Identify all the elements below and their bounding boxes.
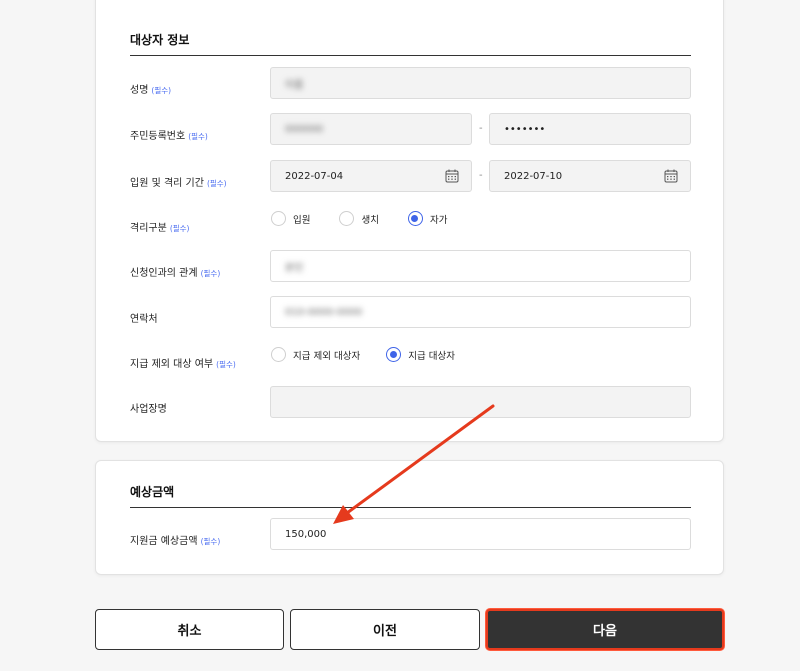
relation-input[interactable]: 본인 [270, 250, 691, 282]
end-date-field[interactable]: 2022-07-10 [489, 160, 691, 192]
radio-circle[interactable] [339, 211, 355, 226]
exclusion-label-text: 지급 제외 대상 여부 [130, 359, 214, 370]
radio-circle[interactable] [271, 347, 286, 362]
period-label: 입원 및 격리 기간 (필수) [130, 174, 227, 189]
radio-circle[interactable] [271, 211, 286, 226]
start-date-value: 2022-07-04 [285, 170, 344, 182]
rrn-label: 주민등록번호 (필수) [130, 127, 208, 142]
end-date-value: 2022-07-10 [504, 170, 563, 182]
required-tag: (필수) [206, 179, 227, 188]
rrn-separator: - [479, 123, 483, 134]
radio-eligible[interactable]: 지급 대상자 [386, 347, 455, 362]
contact-input[interactable]: 010-0000-0000 [270, 296, 691, 328]
relation-value: 본인 [285, 262, 304, 274]
required-tag: (필수) [188, 132, 208, 141]
radio-self-label: 자가 [429, 214, 448, 226]
calendar-icon[interactable] [445, 169, 459, 183]
name-label: 성명 (필수) [130, 81, 171, 96]
radio-eligible-label: 지급 대상자 [408, 350, 455, 362]
radio-treatment-center[interactable]: 생치 [339, 211, 379, 226]
radio-excluded[interactable]: 지급 제외 대상자 [271, 347, 360, 362]
cancel-button[interactable]: 취소 [95, 609, 284, 650]
name-value: 이름 [285, 79, 304, 91]
name-field: 이름 [270, 67, 691, 99]
rrn-back-value: ••••••• [504, 123, 546, 135]
rrn-label-text: 주민등록번호 [130, 131, 186, 142]
required-tag: (필수) [169, 224, 190, 233]
quarantine-type-label: 격리구분 (필수) [130, 219, 189, 234]
amount-value: 150,000 [285, 528, 327, 540]
relation-label: 신청인과의 관계 (필수) [130, 264, 220, 279]
next-button[interactable]: 다음 [486, 609, 724, 650]
required-tag: (필수) [216, 360, 236, 369]
radio-circle-checked[interactable] [386, 347, 402, 362]
required-tag: (필수) [200, 537, 221, 546]
rrn-front-field: 000000 [270, 113, 472, 145]
section-title-subject-info: 대상자 정보 [130, 31, 691, 56]
radio-hospital-label: 입원 [293, 214, 311, 226]
rrn-back-field: ••••••• [489, 113, 691, 145]
workplace-field [270, 386, 691, 418]
rrn-front-value: 000000 [285, 123, 324, 135]
radio-circle-checked[interactable] [407, 211, 423, 226]
radio-self[interactable]: 자가 [407, 211, 448, 226]
amount-label-text: 지원금 예상금액 [130, 536, 198, 547]
contact-label: 연락처 [130, 310, 158, 325]
calendar-icon[interactable] [664, 169, 678, 183]
contact-label-text: 연락처 [130, 314, 158, 325]
workplace-label: 사업장명 [130, 400, 167, 415]
radio-excluded-label: 지급 제외 대상자 [293, 350, 361, 362]
exclusion-radio-group: 지급 제외 대상자 지급 대상자 [271, 347, 483, 362]
required-tag: (필수) [151, 86, 172, 95]
amount-input[interactable]: 150,000 [270, 518, 691, 550]
radio-hospital[interactable]: 입원 [271, 211, 310, 226]
amount-label: 지원금 예상금액 (필수) [130, 532, 220, 547]
prev-button[interactable]: 이전 [290, 609, 480, 650]
quarantine-type-label-text: 격리구분 [130, 223, 167, 234]
required-tag: (필수) [200, 269, 221, 278]
relation-label-text: 신청인과의 관계 [130, 268, 198, 279]
period-label-text: 입원 및 격리 기간 [130, 178, 204, 189]
quarantine-type-radio-group: 입원 생치 자가 [271, 211, 475, 226]
contact-value: 010-0000-0000 [285, 306, 363, 318]
estimated-amount-card: 예상금액 지원금 예상금액 (필수) 150,000 [95, 460, 724, 575]
workplace-label-text: 사업장명 [130, 404, 167, 415]
radio-treatment-center-label: 생치 [361, 214, 379, 226]
section-title-estimated-amount: 예상금액 [130, 483, 691, 508]
subject-info-card: 대상자 정보 성명 (필수) 이름 주민등록번호 (필수) 000000 - •••… [95, 0, 724, 442]
exclusion-label: 지급 제외 대상 여부 (필수) [130, 355, 236, 370]
name-label-text: 성명 [130, 85, 149, 96]
period-separator: - [479, 170, 483, 181]
start-date-field[interactable]: 2022-07-04 [270, 160, 472, 192]
